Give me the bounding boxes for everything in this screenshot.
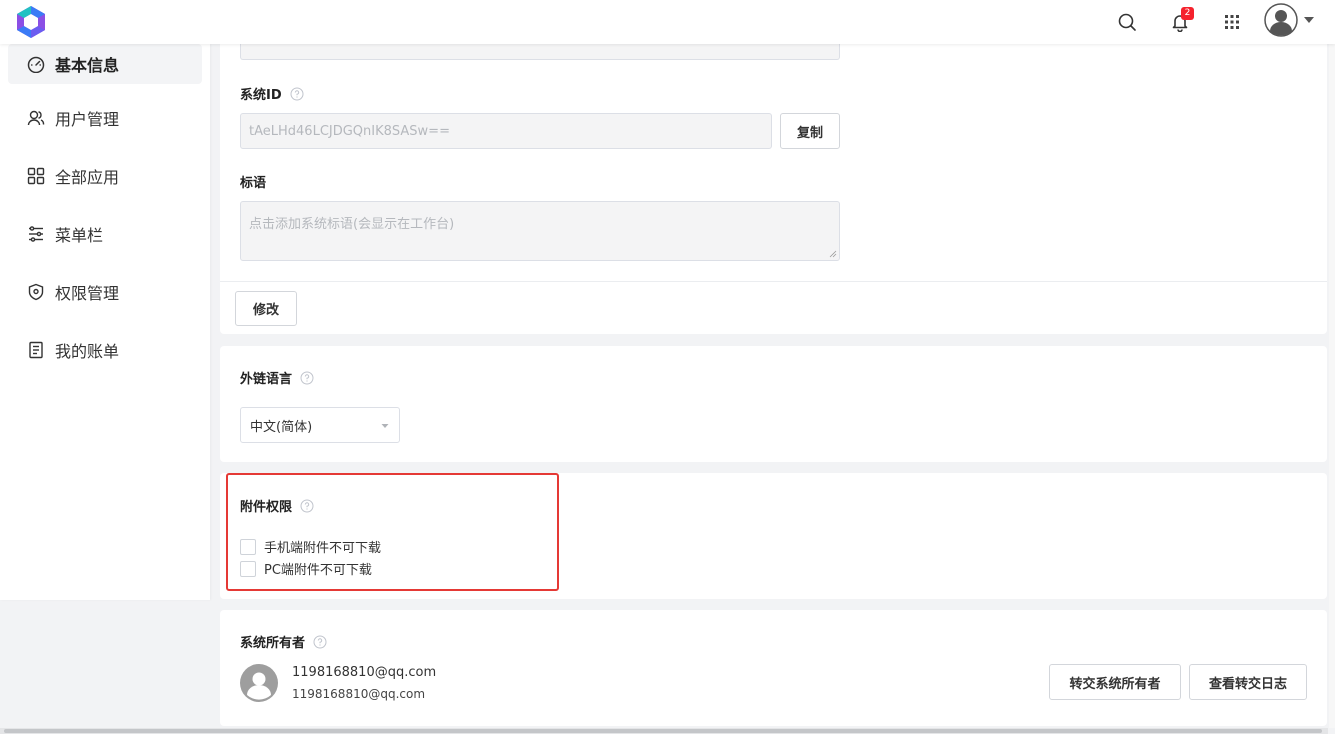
- bill-icon: [27, 341, 45, 359]
- pc-download-label: PC端附件不可下载: [264, 563, 372, 578]
- vertical-scrollbar[interactable]: [1329, 44, 1335, 728]
- mobile-download-checkbox[interactable]: [240, 538, 256, 555]
- link-language-label-text: 外链语言: [240, 372, 293, 387]
- chevron-down-icon[interactable]: [1303, 15, 1315, 25]
- sidebar-item-menu-bar[interactable]: 菜单栏: [8, 214, 202, 254]
- sliders-icon: [27, 225, 45, 243]
- sidebar-item-my-bills[interactable]: 我的账单: [8, 330, 202, 370]
- users-icon: [27, 109, 45, 127]
- sidebar-item-label: 菜单栏: [55, 226, 104, 245]
- notification-badge: 2: [1181, 7, 1194, 20]
- sidebar-item-label: 基本信息: [55, 56, 120, 75]
- shield-icon: [27, 283, 45, 301]
- sidebar-item-basic-info[interactable]: 基本信息: [8, 44, 202, 84]
- top-header: 2: [0, 0, 1335, 44]
- language-select-value: 中文(简体): [250, 419, 313, 435]
- slogan-label: 标语: [240, 172, 266, 191]
- mobile-download-checkbox-row[interactable]: 手机端附件不可下载: [240, 537, 381, 556]
- attachment-permission-card: 附件权限 手机端附件不可下载 PC端附件不可下载: [220, 473, 1327, 599]
- resize-handle-icon[interactable]: [829, 250, 837, 258]
- slogan-placeholder: 点击添加系统标语(会显示在工作台): [249, 217, 455, 232]
- search-icon[interactable]: [1115, 10, 1139, 34]
- mobile-download-label: 手机端附件不可下载: [264, 541, 382, 556]
- link-language-card: 外链语言 中文(简体): [220, 346, 1327, 462]
- apps-grid-icon[interactable]: [1220, 10, 1244, 34]
- horizontal-scrollbar-thumb[interactable]: [4, 729, 1322, 733]
- link-language-label: 外链语言: [240, 368, 314, 387]
- system-id-label: 系统ID: [240, 84, 304, 103]
- sidebar-item-label: 全部应用: [55, 168, 120, 187]
- help-icon[interactable]: [290, 87, 304, 101]
- copy-button[interactable]: 复制: [780, 113, 840, 149]
- card-divider: [220, 281, 1327, 282]
- pc-download-checkbox[interactable]: [240, 560, 256, 577]
- sidebar-item-user-management[interactable]: 用户管理: [8, 98, 202, 138]
- user-avatar[interactable]: [1264, 3, 1298, 37]
- language-select[interactable]: 中文(简体): [240, 407, 400, 443]
- sidebar-item-all-apps[interactable]: 全部应用: [8, 156, 202, 196]
- view-transfer-log-button[interactable]: 查看转交日志: [1189, 664, 1307, 700]
- system-id-input[interactable]: tAeLHd46LCJDGQnIK8SASw==: [240, 113, 772, 149]
- sidebar-item-label: 权限管理: [55, 284, 120, 303]
- sidebar-item-label: 我的账单: [55, 342, 120, 361]
- slogan-label-text: 标语: [240, 176, 267, 191]
- grid-icon: [27, 167, 45, 185]
- system-owner-label-text: 系统所有者: [240, 636, 306, 651]
- dashboard-icon: [27, 55, 45, 73]
- sidebar-item-permissions[interactable]: 权限管理: [8, 272, 202, 312]
- app-logo[interactable]: [12, 3, 50, 41]
- attachment-permission-label-text: 附件权限: [240, 500, 293, 515]
- help-icon[interactable]: [313, 635, 327, 649]
- modify-button[interactable]: 修改: [235, 291, 297, 326]
- caret-down-icon: [381, 424, 389, 428]
- sidebar-item-label: 用户管理: [55, 110, 120, 129]
- transfer-owner-button[interactable]: 转交系统所有者: [1049, 664, 1181, 700]
- basic-info-card: 系统ID tAeLHd46LCJDGQnIK8SASw== 复制 标语 点击添加…: [220, 28, 1327, 334]
- system-id-label-text: 系统ID: [240, 88, 282, 103]
- owner-name: 1198168810@qq.com: [292, 665, 437, 680]
- system-owner-label: 系统所有者: [240, 632, 327, 651]
- owner-email: 1198168810@qq.com: [292, 687, 426, 701]
- pc-download-checkbox-row[interactable]: PC端附件不可下载: [240, 559, 372, 578]
- help-icon[interactable]: [300, 371, 314, 385]
- attachment-permission-label: 附件权限: [240, 496, 314, 515]
- help-icon[interactable]: [300, 499, 314, 513]
- slogan-textarea[interactable]: 点击添加系统标语(会显示在工作台): [240, 201, 840, 261]
- sidebar: 基本信息 用户管理 全部应用 菜单栏 权限管理 我的账单: [0, 44, 210, 600]
- horizontal-scrollbar[interactable]: [0, 728, 1328, 734]
- owner-avatar: [240, 664, 278, 702]
- system-owner-card: 系统所有者 1198168810@qq.com 1198168810@qq.co…: [220, 610, 1327, 726]
